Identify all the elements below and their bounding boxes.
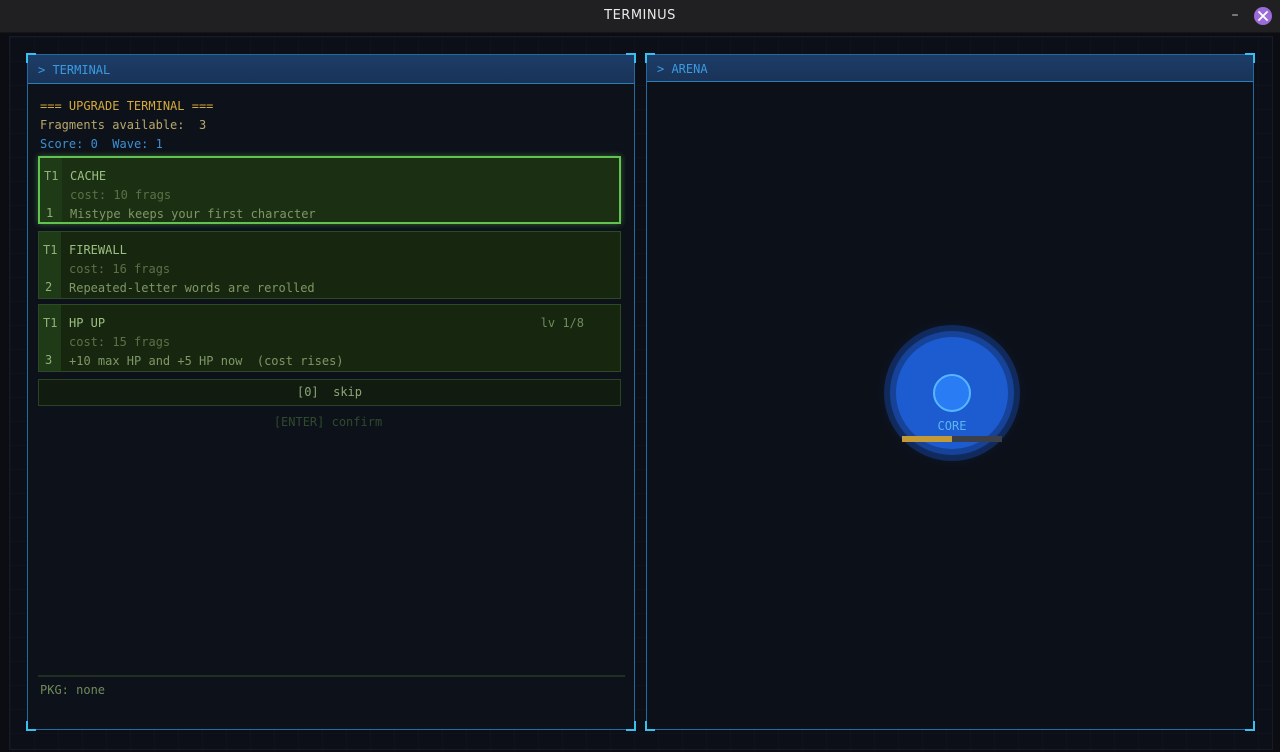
upgrade-tier: T1 [43,316,58,330]
score-readout: Score: 0 Wave: 1 [40,137,163,151]
upgrade-description: Mistype keeps your first character [70,207,316,221]
upgrade-tier: T1 [44,169,59,183]
pkg-status: PKG: none [40,683,106,697]
upgrade-card-firewall[interactable]: T1 2 FIREWALL cost: 16 frags Repeated-le… [38,231,621,299]
arena-header-label: > ARENA [657,62,708,76]
title-bar: TERMINUS – [0,0,1280,33]
corner-bracket [1245,721,1255,731]
corner-bracket [26,721,36,731]
upgrade-name: HP UP [69,316,106,330]
wave-label: Wave: [112,137,149,151]
upgrade-name: CACHE [70,169,107,183]
upgrade-card-cache[interactable]: T1 1 CACHE cost: 10 frags Mistype keeps … [38,156,621,224]
terminal-header-label: > TERMINAL [38,63,111,77]
terminal-header: > TERMINAL [28,55,634,84]
core-orb [933,374,971,412]
corner-bracket [645,721,655,731]
fragments-readout: Fragments available: 3 [40,118,206,132]
wave-value: 1 [155,137,163,151]
core-hp-fill [902,436,952,442]
upgrade-tier: T1 [43,243,58,257]
arena-header: > ARENA [647,55,1253,82]
upgrade-cost: cost: 16 frags [69,262,171,276]
upgrade-hotkey: 3 [45,353,53,367]
core-graphic: CORE [874,315,1030,471]
upgrade-card-hp-up[interactable]: T1 3 HP UP lv 1/8 cost: 15 frags +10 max… [38,304,621,372]
score-value: 0 [90,137,98,151]
confirm-hint: [ENTER] confirm [273,415,383,429]
score-label: Score: [40,137,84,151]
divider [38,675,625,677]
fragments-label: Fragments available: [40,118,185,132]
close-icon[interactable] [1254,7,1272,25]
upgrade-level: lv 1/8 [540,316,584,330]
window-title: TERMINUS [604,8,676,23]
upgrade-name: FIREWALL [69,243,127,257]
core-label: CORE [938,419,967,433]
terminal-panel: > TERMINAL === UPGRADE TERMINAL === Frag… [26,53,636,731]
upgrade-cost: cost: 15 frags [69,335,171,349]
upgrade-hotkey: 1 [46,206,54,220]
upgrade-hotkey: 2 [45,280,53,294]
core: CORE [872,311,1032,471]
corner-bracket [626,721,636,731]
skip-button[interactable]: [0] skip [38,379,621,406]
minimize-icon[interactable]: – [1228,7,1242,25]
upgrade-cost: cost: 10 frags [70,188,172,202]
fragments-value: 3 [198,118,207,132]
upgrade-heading: === UPGRADE TERMINAL === [40,99,214,113]
arena-panel: > ARENA CORE [645,53,1255,731]
upgrade-description: Repeated-letter words are rerolled [69,281,315,295]
upgrade-description: +10 max HP and +5 HP now (cost rises) [69,354,344,368]
